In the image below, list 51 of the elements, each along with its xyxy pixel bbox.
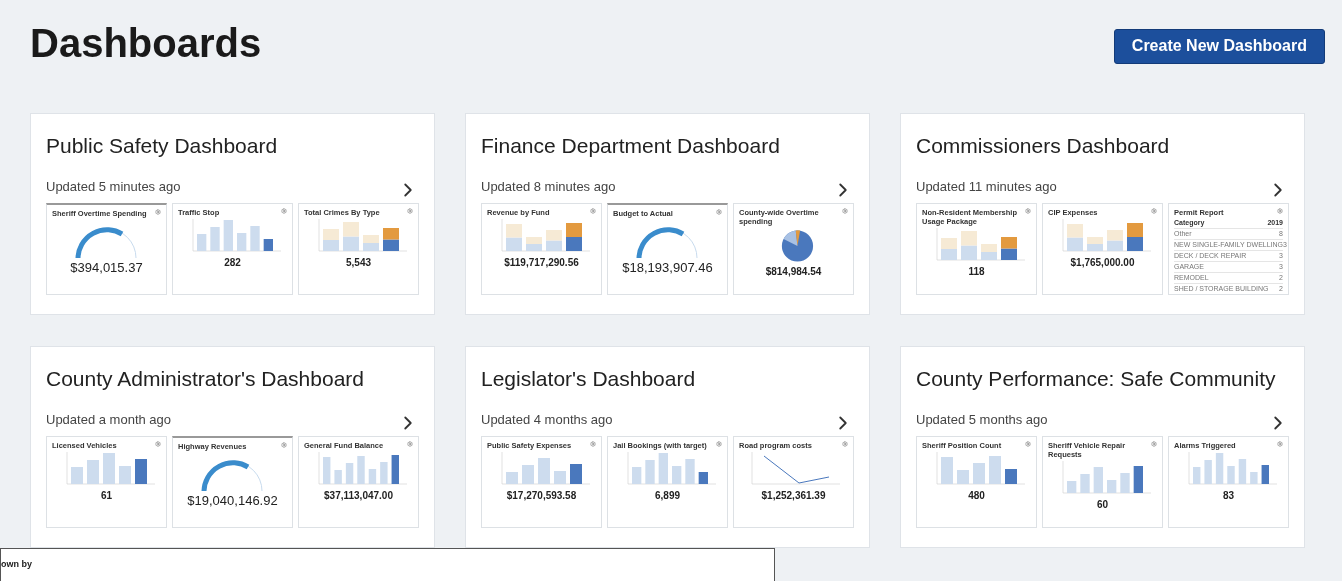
settings-icon[interactable] [407,441,413,447]
settings-icon[interactable] [1151,441,1157,447]
settings-icon[interactable] [1025,441,1031,447]
widget-value: 118 [968,266,985,278]
settings-icon[interactable] [590,441,596,447]
dashboard-title: Public Safety Dashboard [46,134,279,158]
widget-value: $814,984.54 [765,266,822,278]
dashboard-title: Commissioners Dashboard [916,134,1171,158]
updated-time: Updated a month ago [46,411,172,427]
settings-icon[interactable] [1025,208,1031,214]
panel-label: own by [1,559,32,569]
settings-icon[interactable] [281,208,287,214]
widget-value: 480 [968,490,985,502]
widget-value: $1,765,000.00 [1070,257,1135,269]
page-title: Dashboards [30,20,262,66]
settings-icon[interactable] [155,441,161,447]
widget-value: 282 [224,257,241,269]
widget-value: $37,113,047.00 [324,490,393,502]
updated-time: Updated 11 minutes ago [916,178,1057,194]
settings-icon[interactable] [716,441,722,447]
widget-value: $1,252,361.39 [761,490,826,502]
widget-value: $19,040,146.92 [187,493,278,509]
settings-icon[interactable] [842,441,848,447]
widget-value: 61 [100,490,113,502]
updated-time: Updated 5 minutes ago [46,178,181,194]
widget-value: 83 [1222,490,1235,502]
settings-icon[interactable] [590,208,596,214]
dashboard-title: Legislator's Dashboard [481,367,697,391]
settings-icon[interactable] [281,442,287,448]
settings-icon[interactable] [1277,441,1283,447]
widget-value: $18,193,907.46 [622,260,713,276]
updated-time: Updated 8 minutes ago [481,178,616,194]
dashboard-title: County Performance: Safe Community [916,367,1277,391]
widget-value: 6,899 [655,490,680,502]
settings-icon[interactable] [155,209,161,215]
dashboard-title: County Administrator's Dashboard [46,367,365,391]
widget-value: $394,015.37 [70,260,143,276]
widget-value: $17,270,593.58 [506,490,577,502]
updated-time: Updated 4 months ago [481,411,613,427]
settings-icon[interactable] [407,208,413,214]
settings-icon[interactable] [1151,208,1157,214]
settings-icon[interactable] [1277,208,1283,214]
dashboard-title: Finance Department Dashboard [481,134,781,158]
create-dashboard-button[interactable]: Create New Dashboard [1113,28,1325,64]
widget-value: $119,717,290.56 [504,257,579,269]
settings-icon[interactable] [842,208,848,214]
dashboard-card[interactable] [900,113,1305,315]
widget-value: 60 [1096,499,1109,511]
widget-value: 5,543 [346,257,371,269]
settings-icon[interactable] [716,209,722,215]
updated-time: Updated 5 months ago [916,411,1048,427]
